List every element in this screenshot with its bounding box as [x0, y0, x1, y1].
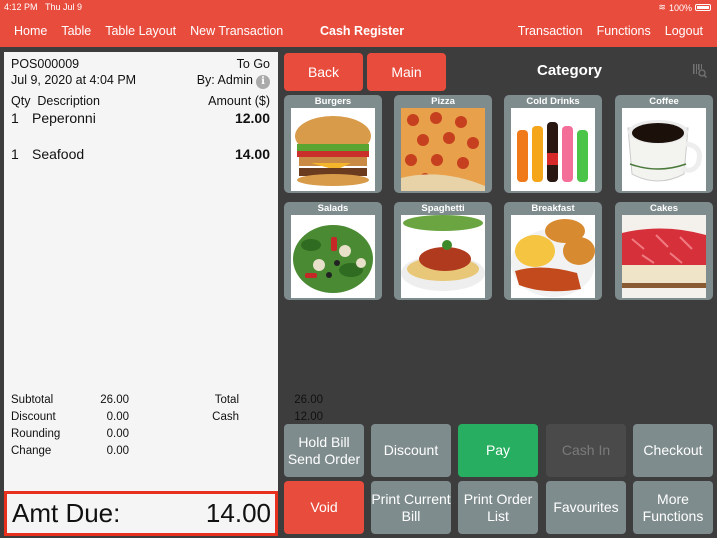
category-spaghetti[interactable]: Spaghetti: [394, 202, 492, 300]
print-current-bill-button[interactable]: Print Current Bill: [371, 481, 451, 534]
total-value: 26.00: [294, 394, 323, 406]
receipt-panel: POS000009 To Go Jul 9, 2020 at 4:04 PM B…: [4, 52, 323, 536]
amount-due-value: 14.00: [205, 498, 271, 528]
nav-functions[interactable]: Functions: [597, 24, 651, 38]
category-coffee[interactable]: Coffee: [615, 95, 713, 193]
salad-image: [291, 215, 375, 298]
nav-logout[interactable]: Logout: [665, 24, 703, 38]
discount-label: Discount: [11, 411, 56, 423]
nav-right: Transaction Functions Logout: [504, 24, 703, 38]
status-time: 4:12 PM Thu Jul 9: [4, 2, 82, 12]
totals-row: Subtotal 26.00 Total 26.00: [11, 392, 323, 409]
category-pizza[interactable]: Pizza: [394, 95, 492, 193]
coffee-image: [622, 108, 706, 191]
battery-percent: 100%: [668, 2, 692, 13]
void-button[interactable]: Void: [284, 481, 364, 534]
info-icon[interactable]: i: [256, 75, 270, 89]
discount-value: 0.00: [106, 411, 129, 423]
item-description: Seafood: [32, 146, 85, 162]
cake-image: [622, 215, 706, 298]
line-item[interactable]: 1 Seafood 14.00: [11, 146, 270, 162]
pizza-image: [401, 108, 485, 191]
spaghetti-image: [401, 215, 485, 298]
totals-row: Rounding 0.00: [11, 426, 323, 443]
category-breakfast[interactable]: Breakfast: [504, 202, 602, 300]
back-button[interactable]: Back: [284, 53, 363, 91]
totals-row: Discount 0.00 Cash 12.00: [11, 409, 323, 426]
col-qty-desc: Qty Description: [11, 94, 100, 108]
col-description: Description: [37, 94, 100, 108]
nav-table[interactable]: Table: [61, 24, 91, 38]
print-order-list-button[interactable]: Print Order List: [458, 481, 538, 534]
category-label: Spaghetti: [421, 203, 465, 214]
change-label: Change: [11, 445, 52, 457]
totals: Subtotal 26.00 Total 26.00 Discount 0.00…: [11, 392, 323, 460]
rounding-value: 0.00: [106, 428, 129, 440]
category-label: Cakes: [650, 203, 678, 214]
nav-transaction[interactable]: Transaction: [518, 24, 583, 38]
nav-home[interactable]: Home: [14, 24, 47, 38]
item-amount: 12.00: [234, 110, 270, 126]
category-label: Pizza: [431, 96, 455, 107]
totals-row: Change 0.00: [11, 443, 323, 460]
burger-image: [291, 108, 375, 191]
category-salads[interactable]: Salads: [284, 202, 382, 300]
category-label: Breakfast: [531, 203, 575, 214]
category-label: Salads: [317, 203, 349, 214]
more-functions-button[interactable]: More Functions: [633, 481, 713, 534]
item-amount: 14.00: [234, 146, 270, 162]
category-burgers[interactable]: Burgers: [284, 95, 382, 193]
date: Thu Jul 9: [45, 2, 83, 12]
breakfast-image: [511, 215, 595, 298]
receipt-meta-row: Jul 9, 2020 at 4:04 PM By: Admin i: [11, 73, 270, 89]
subtotal-label: Subtotal: [11, 394, 54, 406]
rounding-label: Rounding: [11, 428, 61, 440]
change-value: 0.00: [106, 445, 129, 457]
item-qty: 1: [11, 110, 19, 126]
cashier: By: Admin: [196, 73, 253, 87]
clock: 4:12 PM: [4, 2, 38, 12]
col-qty: Qty: [11, 94, 31, 108]
category-title: Category: [537, 62, 603, 79]
wifi-icon: ≋: [658, 2, 666, 12]
item-description: Peperonni: [32, 110, 96, 126]
line-item[interactable]: 1 Peperonni 12.00: [11, 110, 270, 126]
order-type: To Go: [236, 57, 270, 71]
discount-button[interactable]: Discount: [371, 424, 451, 477]
status-right: ≋ 100%: [658, 2, 711, 13]
order-by: By: Admin i: [197, 73, 270, 89]
cash-label: Cash: [212, 411, 239, 423]
nav-new-transaction[interactable]: New Transaction: [190, 24, 283, 38]
col-amount: Amount ($): [208, 94, 270, 108]
battery-icon: [695, 4, 711, 11]
total-label: Total: [214, 394, 239, 406]
main-button[interactable]: Main: [367, 53, 446, 91]
order-number: POS000009: [11, 57, 80, 71]
category-cold-drinks[interactable]: Cold Drinks: [504, 95, 602, 193]
amount-due: Amt Due: 14.00: [4, 491, 278, 536]
page-title: Cash Register: [320, 24, 405, 38]
pay-button[interactable]: Pay: [458, 424, 538, 477]
checkout-button[interactable]: Checkout: [633, 424, 713, 477]
amount-due-label: Amt Due:: [12, 498, 121, 528]
cash-in-button[interactable]: Cash In: [546, 424, 626, 477]
favourites-button[interactable]: Favourites: [546, 481, 626, 534]
nav-table-layout[interactable]: Table Layout: [105, 24, 176, 38]
hold-bill-button[interactable]: Hold Bill Send Order: [284, 424, 364, 477]
barcode-search-icon[interactable]: [693, 64, 707, 78]
category-label: Burgers: [314, 96, 352, 107]
nav-left: Home Table Table Layout New Transaction: [14, 24, 297, 38]
item-qty: 1: [11, 146, 19, 162]
cold-drinks-image: [511, 108, 595, 191]
category-label: Cold Drinks: [526, 96, 580, 107]
top-bar: 4:12 PM Thu Jul 9 ≋ 100% Home Table Tabl…: [0, 0, 717, 47]
items-header: Qty Description Amount ($): [11, 94, 270, 108]
category-cakes[interactable]: Cakes: [615, 202, 713, 300]
subtotal-value: 26.00: [100, 394, 129, 406]
receipt-header-row: POS000009 To Go: [11, 57, 270, 71]
category-label: Coffee: [649, 96, 679, 107]
order-datetime: Jul 9, 2020 at 4:04 PM: [11, 73, 137, 87]
